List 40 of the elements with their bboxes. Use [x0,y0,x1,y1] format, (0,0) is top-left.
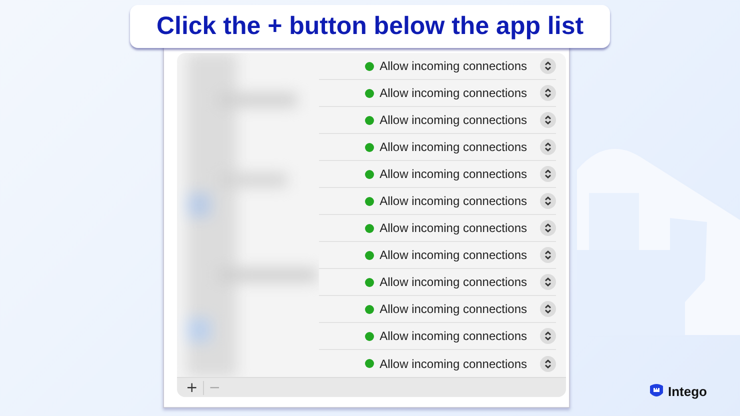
stepper-icon[interactable] [540,166,556,182]
stepper-icon[interactable] [540,112,556,128]
connection-option: Allow incoming connections [380,356,527,370]
connection-option: Allow incoming connections [380,221,527,235]
connection-option: Allow incoming connections [380,329,527,343]
connection-option: Allow incoming connections [380,275,527,289]
instruction-banner: Click the + button below the app list [130,5,610,48]
brand-name: Intego [668,384,707,398]
app-row[interactable]: Allow incoming connections [319,53,556,80]
app-row[interactable]: Allow incoming connections [319,323,556,350]
app-row[interactable]: Allow incoming connections [319,161,556,188]
app-row[interactable]: Allow incoming connections [319,350,556,377]
connection-option: Allow incoming connections [380,194,527,208]
connection-option: Allow incoming connections [380,86,527,100]
connection-option: Allow incoming connections [380,248,527,262]
app-row[interactable]: Allow incoming connections [319,107,556,134]
app-row[interactable]: Allow incoming connections [319,80,556,107]
app-row[interactable]: Allow incoming connections [319,188,556,215]
stepper-icon[interactable] [540,193,556,209]
stepper-icon[interactable] [540,220,556,236]
connection-option: Allow incoming connections [380,140,527,154]
app-row[interactable]: Allow incoming connections [319,242,556,269]
stepper-icon[interactable] [540,301,556,317]
connection-option: Allow incoming connections [380,302,527,316]
app-row[interactable]: Allow incoming connections [319,296,556,323]
stepper-icon[interactable] [540,58,556,74]
connection-option: Allow incoming connections [380,167,527,181]
stepper-icon[interactable] [540,274,556,290]
stepper-icon[interactable] [540,85,556,101]
stepper-icon[interactable] [540,356,556,372]
connection-option: Allow incoming connections [380,59,527,73]
stepper-icon[interactable] [540,247,556,263]
shield-icon [649,383,664,399]
app-row[interactable]: Allow incoming connections [319,215,556,242]
connection-option: Allow incoming connections [380,113,527,127]
stepper-icon[interactable] [540,328,556,344]
app-row[interactable]: Allow incoming connections [319,134,556,161]
app-row[interactable]: Allow incoming connections [319,269,556,296]
add-button[interactable]: + [181,380,203,396]
stepper-icon[interactable] [540,139,556,155]
